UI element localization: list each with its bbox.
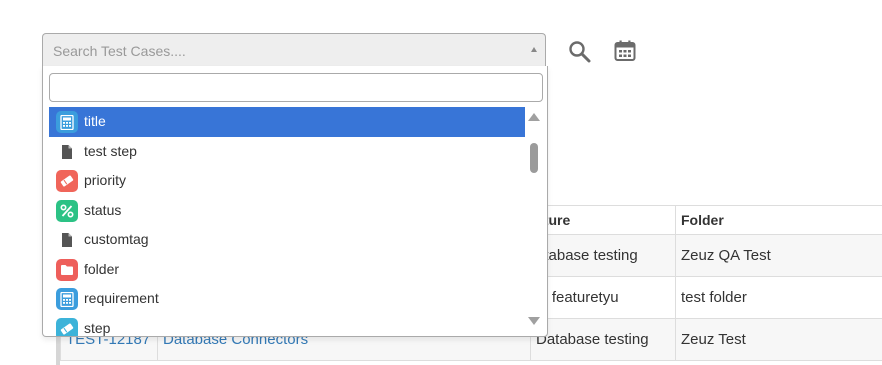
- select-placeholder: Search Test Cases....: [53, 43, 186, 59]
- cell-folder: test folder: [675, 276, 882, 319]
- calculator-icon: [56, 288, 78, 310]
- chevron-up-icon[interactable]: [531, 47, 537, 52]
- cell-folder: Zeuz QA Test: [675, 234, 882, 277]
- search-dropdown: title test step priority status customta…: [42, 66, 548, 337]
- option-step[interactable]: step: [49, 314, 525, 336]
- file-icon: [56, 229, 78, 251]
- cell-feature: atabase testing: [530, 234, 676, 277]
- search-icon[interactable]: [568, 40, 592, 69]
- scroll-up-arrow-icon[interactable]: [528, 113, 540, 121]
- option-label: title: [84, 113, 106, 129]
- option-label: status: [84, 201, 122, 218]
- dropdown-search-input[interactable]: [49, 73, 543, 102]
- file-icon: [56, 141, 78, 163]
- option-requirement[interactable]: requirement: [49, 284, 525, 314]
- ticket-icon: [56, 317, 78, 336]
- cell-folder: Zeuz Test: [675, 318, 882, 361]
- options-list: title test step priority status customta…: [49, 107, 525, 336]
- option-label: customtag: [84, 231, 149, 247]
- option-title[interactable]: title: [49, 107, 525, 137]
- option-test-step[interactable]: test step: [49, 137, 525, 167]
- option-folder[interactable]: folder: [49, 255, 525, 285]
- dropdown-scrollbar[interactable]: [527, 107, 541, 331]
- scrollbar-thumb[interactable]: [530, 143, 538, 173]
- calendar-icon[interactable]: [613, 39, 637, 68]
- folder-icon: [56, 258, 78, 281]
- percent-icon: [56, 199, 78, 222]
- col-header-folder[interactable]: Folder: [675, 205, 882, 235]
- ticket-icon: [56, 170, 78, 192]
- search-test-cases-select[interactable]: Search Test Cases....: [42, 33, 546, 67]
- option-priority[interactable]: priority: [49, 166, 525, 196]
- option-label: priority: [84, 172, 127, 188]
- scroll-down-arrow-icon[interactable]: [528, 317, 540, 325]
- option-label: requirement: [84, 290, 159, 306]
- option-customtag[interactable]: customtag: [49, 225, 525, 255]
- col-header-feature[interactable]: ature: [530, 205, 676, 235]
- calculator-icon: [56, 111, 78, 133]
- cell-feature: st featuretyu: [530, 276, 676, 319]
- option-label: step: [84, 319, 111, 336]
- option-status[interactable]: status: [49, 196, 525, 226]
- option-label: folder: [84, 260, 120, 277]
- cell-feature: Database testing: [530, 318, 676, 361]
- option-label: test step: [84, 142, 137, 159]
